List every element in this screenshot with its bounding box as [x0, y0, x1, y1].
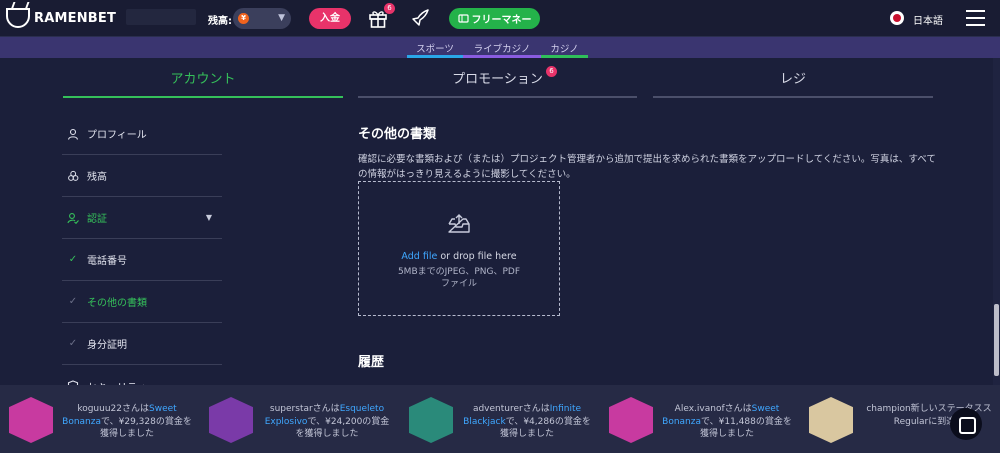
ticker-item[interactable]: koguuu22さんはSweet Bonanzaで、¥29,328の賞金を獲得し…: [0, 385, 200, 453]
rocket-icon[interactable]: [410, 8, 430, 28]
upload-instructions: 確認に必要な書類および（または）プロジェクト管理者から追加で提出を求められた書類…: [358, 154, 936, 180]
subnav-sports[interactable]: スポーツ: [407, 41, 463, 58]
page-title: その他の書類: [358, 127, 437, 142]
ticker-message: adventurerさんはInfinite Blackjackで、¥4,286の…: [463, 404, 591, 439]
dropzone-formats: 5MBまでのJPEG、PNG、PDF ファイル: [379, 266, 539, 290]
ticker-message: koguuu22さんはSweet Bonanzaで、¥29,328の賞金を獲得し…: [62, 404, 192, 439]
dropzone-prompt: Add file or drop file here: [359, 251, 559, 262]
sidebar-item-profile[interactable]: プロフィール: [62, 113, 222, 155]
check-icon: ✓: [68, 338, 78, 349]
game-thumbnail: [9, 397, 53, 443]
game-thumbnail: [209, 397, 253, 443]
gift-count-badge: 6: [384, 3, 395, 14]
balance-label: 残高:: [208, 16, 232, 27]
ramen-bowl-icon: [6, 8, 30, 28]
subnav-live-casino[interactable]: ライブカジノ: [463, 41, 541, 58]
history-heading: 履歴: [358, 355, 385, 370]
masked-username: [126, 9, 196, 25]
other-documents-panel: その他の書類 確認に必要な書類および（または）プロジェクト管理者から追加で提出を…: [358, 123, 958, 370]
user-icon: [67, 128, 79, 140]
account-tabs: アカウント プロモーション 6 レジ: [0, 58, 1000, 102]
ticker-message: superstarさんはEsqueleto Explosivoで、¥24,200…: [264, 404, 390, 439]
balance-selector[interactable]: ¥ ▼: [233, 8, 291, 29]
ticker-item[interactable]: Alex.ivanofさんはSweet Bonanzaで、¥11,488の賞金を…: [600, 385, 800, 453]
brand-logo[interactable]: RAMENBET: [6, 8, 116, 28]
add-file-link[interactable]: Add file: [401, 251, 437, 262]
chevron-down-icon: ▼: [278, 13, 285, 23]
japan-flag-icon[interactable]: [890, 11, 904, 25]
coins-icon: [68, 170, 79, 181]
subnav-casino[interactable]: カジノ: [541, 41, 588, 58]
ticker-item[interactable]: superstarさんはEsqueleto Explosivoで、¥24,200…: [200, 385, 400, 453]
deposit-button[interactable]: 入金: [309, 8, 351, 29]
language-selector[interactable]: 日本語: [913, 12, 943, 27]
upload-tray-icon: [448, 214, 470, 233]
page-scrollbar[interactable]: [993, 58, 1000, 385]
brand-name: RAMENBET: [34, 10, 117, 26]
top-bar: RAMENBET 残高: ¥ ▼ 入金 6 フリーマネー 日本語: [0, 0, 1000, 37]
sidebar-item-verification[interactable]: 認証 ▼: [62, 197, 222, 239]
sidebar-item-other-documents[interactable]: ✓ その他の書類: [62, 281, 222, 323]
scrollbar-thumb[interactable]: [994, 304, 999, 376]
tab-account[interactable]: アカウント: [63, 68, 343, 98]
game-thumbnail: [409, 397, 453, 443]
free-money-button[interactable]: フリーマネー: [449, 8, 540, 29]
check-icon: ✓: [68, 296, 78, 307]
hamburger-menu-icon[interactable]: [966, 10, 985, 26]
check-icon: ✓: [68, 254, 78, 265]
yen-coin-icon: ¥: [238, 13, 249, 24]
file-dropzone[interactable]: Add file or drop file here 5MBまでのJPEG、PN…: [358, 181, 560, 316]
product-subnav: スポーツ ライブカジノ カジノ: [0, 37, 1000, 58]
game-thumbnail: [609, 397, 653, 443]
ticker-item[interactable]: adventurerさんはInfinite Blackjackで、¥4,286の…: [400, 385, 600, 453]
free-money-label: フリーマネー: [471, 15, 532, 26]
sidebar-item-identity[interactable]: ✓ 身分証明: [62, 323, 222, 365]
chevron-down-icon: ▼: [205, 213, 212, 222]
dropzone-formats-line1: 5MBまでのJPEG、PNG、PDF: [397, 267, 521, 277]
dropzone-formats-line2: ファイル: [440, 279, 477, 289]
sidebar-item-phone[interactable]: ✓ 電話番号: [62, 239, 222, 281]
account-sidebar: プロフィール 残高 認証 ▼ ✓ 電話番号 ✓ その他の書類 ✓ 身分証明 セキ…: [62, 113, 222, 407]
promotions-badge: 6: [546, 66, 557, 77]
ticker-message: Alex.ivanofさんはSweet Bonanzaで、¥11,488の賞金を…: [662, 404, 792, 439]
status-thumbnail: [809, 397, 853, 443]
sidebar-item-balance[interactable]: 残高: [62, 155, 222, 197]
drop-file-text: or drop file here: [437, 251, 517, 262]
ticket-icon: [457, 14, 469, 23]
winners-ticker: koguuu22さんはSweet Bonanzaで、¥29,328の賞金を獲得し…: [0, 385, 1000, 453]
user-check-icon: [67, 212, 79, 224]
tab-promotions[interactable]: プロモーション 6: [358, 66, 637, 98]
tab-cashier[interactable]: レジ: [653, 68, 933, 98]
chat-support-button[interactable]: [950, 408, 982, 440]
